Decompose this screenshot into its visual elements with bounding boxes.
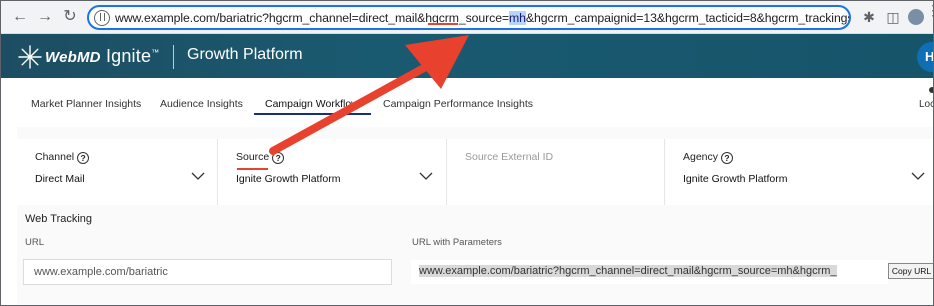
app-header: WebMD Ignite™ Growth Platform H [1,34,933,78]
side-label: Loc [919,99,934,110]
forward-icon[interactable]: → [36,8,54,26]
channel-field[interactable]: Channel? Direct Mail [17,139,218,205]
menu-dots-icon[interactable]: ⋮ [926,3,933,17]
url-selected-text: mh [509,11,526,25]
brand-logo-text: WebMD Ignite™ [45,46,159,67]
tab-market-planner-insights[interactable]: Market Planner Insights [31,98,141,110]
back-icon[interactable]: ← [11,8,29,26]
address-bar[interactable]: www.example.com/bariatric?hgcrm_channel=… [87,5,851,30]
agency-label-text: Agency [683,151,719,163]
source-label: Source? [236,151,285,164]
reload-icon[interactable]: ↻ [61,8,79,26]
browser-toolbar: ← → ↻ www.example.com/bariatric?hgcrm_ch… [1,1,933,34]
chevron-down-icon[interactable] [911,171,925,181]
agency-value: Ignite Growth Platform [683,173,788,185]
tab-audience-insights[interactable]: Audience Insights [160,98,243,110]
url-text-after: &hgcrm_campaignid=13&hgcrm_tacticid=8&hg… [525,11,849,25]
site-info-icon[interactable] [94,10,110,26]
source-label-text: Source [236,151,270,163]
source-field[interactable]: Source? Ignite Growth Platform [218,139,447,205]
chevron-down-icon[interactable] [419,171,433,181]
logo-webmd: WebMD [45,49,101,66]
channel-label: Channel? [35,151,90,164]
url-input[interactable]: www.example.com/bariatric [23,259,392,285]
screenshot-frame: ← → ↻ www.example.com/bariatric?hgcrm_ch… [0,0,934,306]
help-icon[interactable]: ? [77,152,90,164]
url-with-parameters-label: URL with Parameters [412,237,502,248]
source-external-id-label: Source External ID [465,151,554,163]
web-tracking-title: Web Tracking [25,213,93,225]
agency-label: Agency? [683,151,734,164]
channel-value: Direct Mail [35,173,85,185]
channel-label-text: Channel [35,151,75,163]
url-with-parameters-field[interactable]: www.example.com/bariatric?hgcrm_channel=… [411,260,888,284]
logo-tm: ™ [151,48,160,57]
source-external-id-field[interactable]: Source External ID [447,139,665,205]
side-indicator-icon [929,87,933,93]
copy-url-button[interactable]: Copy URL [888,263,933,279]
annotation-underline-url [428,23,458,25]
help-icon[interactable]: ? [721,152,734,164]
annotation-underline-source [237,168,268,170]
help-icon[interactable]: ? [272,152,285,164]
url-text[interactable]: www.example.com/bariatric?hgcrm_channel=… [115,10,849,26]
platform-title: Growth Platform [187,46,303,63]
agency-field[interactable]: Agency? Ignite Growth Platform [665,139,933,205]
active-tab-indicator [254,113,371,115]
header-divider [173,45,174,69]
user-avatar[interactable]: H [917,42,933,72]
logo-ignite: Ignite [105,46,152,66]
sidebar-icon[interactable]: ◫ [885,9,901,25]
url-input-value: www.example.com/bariatric [34,266,168,278]
extensions-icon[interactable]: ✱ [861,9,877,25]
url-label: URL [25,237,45,248]
tab-campaign-workflow[interactable]: Campaign Workflow [265,98,359,110]
tab-campaign-performance-insights[interactable]: Campaign Performance Insights [383,98,533,110]
webmd-ignite-logo-icon [18,45,42,69]
url-with-parameters-value: www.example.com/bariatric?hgcrm_channel=… [419,265,837,277]
main-tabs: Market Planner Insights Audience Insight… [1,78,934,116]
profile-avatar-icon[interactable] [908,9,924,25]
chevron-down-icon[interactable] [191,171,205,181]
source-value: Ignite Growth Platform [236,173,341,185]
